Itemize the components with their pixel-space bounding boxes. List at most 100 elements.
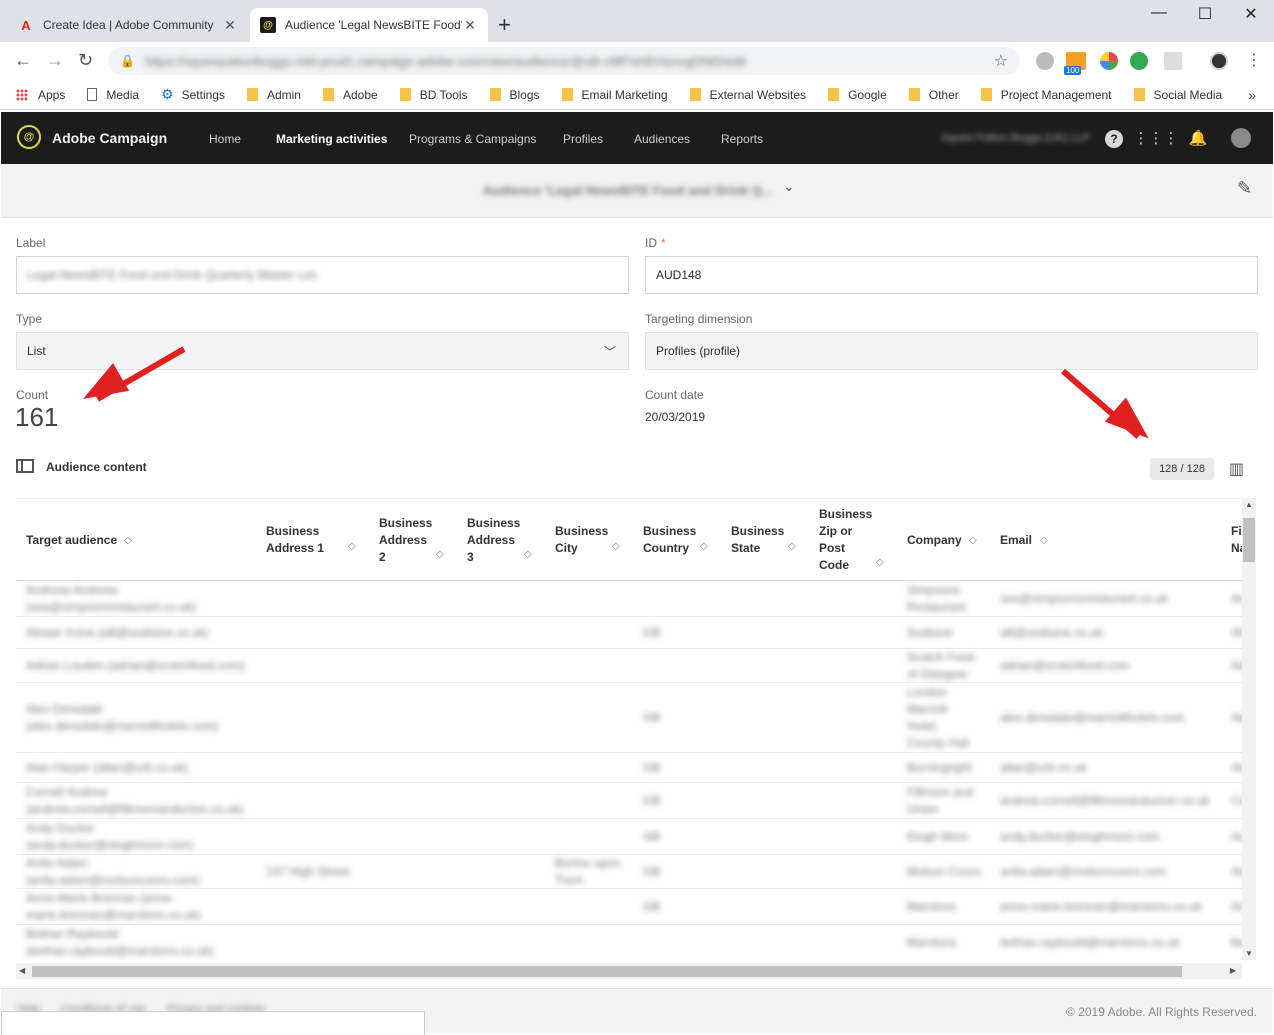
sort-icon[interactable]: ◇ [1040, 535, 1048, 546]
menu-dots-icon[interactable]: ⋮ [1246, 50, 1262, 70]
table-row[interactable]: Anita Adam (anita.adam@molsoncoors.com) … [16, 855, 1242, 889]
bookmark-email-marketing[interactable]: Email Marketing [561, 88, 668, 102]
column-email[interactable]: Email ◇ [1000, 499, 1220, 581]
chat-extension-icon[interactable] [1130, 52, 1148, 70]
scroll-thumb[interactable] [32, 966, 1182, 977]
folder-icon [246, 88, 258, 101]
back-arrow-icon[interactable]: ← [14, 50, 32, 71]
app-name[interactable]: Adobe Campaign [52, 130, 167, 146]
bookmark-external-websites[interactable]: External Websites [689, 88, 806, 102]
table-row[interactable]: Alex Dimsdale (alex.dimsdale@marriotthot… [16, 683, 1242, 753]
column-business-zip[interactable]: Business Zip or Post Code ◇ [819, 499, 899, 581]
column-business-address-2[interactable]: Business Address 2 ◇ [379, 499, 459, 581]
extension-icon[interactable] [1164, 52, 1182, 70]
column-company[interactable]: Company ◇ [907, 499, 997, 581]
user-avatar-icon[interactable] [1231, 128, 1251, 148]
folder-icon [489, 88, 501, 101]
scroll-right-icon[interactable]: ▶ [1230, 966, 1236, 975]
close-icon[interactable]: ✕ [222, 17, 238, 34]
apps-grid-icon[interactable]: ⋮⋮⋮ [1134, 128, 1179, 148]
bookmark-apps[interactable]: Apps [16, 88, 65, 102]
column-business-city[interactable]: Business City ◇ [555, 499, 635, 581]
table-row[interactable]: Andy Ducker (andy.ducker@eloghmore.com) … [16, 819, 1242, 855]
extension-icon[interactable] [1036, 52, 1054, 70]
bookmark-bd-tools[interactable]: BD Tools [399, 88, 468, 102]
forward-arrow-icon[interactable]: → [46, 50, 64, 71]
bookmark-adobe[interactable]: Adobe [322, 88, 378, 102]
browser-tab-audience[interactable]: @ Audience 'Legal NewsBITE Food' ✕ [250, 8, 488, 42]
table-row[interactable]: Alistair Irvine (alli@sodisine.co.uk) GB… [16, 617, 1242, 649]
chevron-down-icon[interactable]: ⌄ [783, 178, 795, 195]
sort-icon[interactable]: ◇ [348, 541, 356, 552]
column-business-state[interactable]: Business State ◇ [731, 499, 811, 581]
close-window-button[interactable]: ✕ [1228, 4, 1274, 24]
scroll-left-icon[interactable]: ◀ [19, 966, 25, 975]
table-vertical-scrollbar[interactable]: ▲ ▼ [1242, 498, 1256, 960]
chevron-right-icon[interactable]: » [1248, 87, 1256, 103]
sort-icon[interactable]: ◇ [612, 541, 620, 552]
sort-icon[interactable]: ◇ [700, 541, 708, 552]
sort-icon[interactable]: ◇ [124, 535, 132, 546]
table-row[interactable]: Bethan Raybould (bethan.raybould@marston… [16, 925, 1242, 960]
minimize-button[interactable]: — [1136, 4, 1182, 22]
scroll-down-icon[interactable]: ▼ [1245, 949, 1253, 958]
sort-icon[interactable]: ◇ [788, 541, 796, 552]
table-horizontal-scrollbar[interactable]: ◀ ▶ [16, 963, 1242, 979]
bell-icon[interactable]: 🔔 [1188, 128, 1208, 148]
star-icon[interactable]: ☆ [994, 51, 1008, 71]
bookmark-google[interactable]: Google [828, 88, 887, 102]
sort-icon[interactable]: ◇ [436, 549, 444, 560]
table-row[interactable]: Anne-Marie Brennan (anne-marie.brennan@m… [16, 889, 1242, 925]
type-select[interactable]: List ﹀ [16, 332, 629, 370]
table-row[interactable]: Adrian Louden (adrian@scotchfood.com) Sc… [16, 649, 1242, 683]
id-input[interactable]: AUD148 [645, 256, 1258, 294]
sort-icon[interactable]: ◇ [969, 535, 977, 546]
cell-country: GB [643, 625, 661, 639]
column-business-address-1[interactable]: Business Address 1 ◇ [266, 499, 366, 581]
column-business-address-3[interactable]: Business Address 3 ◇ [467, 499, 547, 581]
nav-reports[interactable]: Reports [721, 132, 763, 146]
scroll-thumb[interactable] [1243, 518, 1255, 562]
campaign-logo-icon[interactable]: @ [17, 125, 41, 149]
table-row[interactable]: Andreas Andreas (sea@simpsonrestaurant.c… [16, 581, 1242, 617]
pencil-icon[interactable]: ✎ [1237, 178, 1252, 199]
column-label: Business Address 3 [467, 515, 521, 564]
table-row[interactable]: Cornell Andrew (andrew.cornell@fillmorea… [16, 783, 1242, 819]
color-extension-icon[interactable] [1100, 52, 1118, 70]
profile-avatar[interactable] [1210, 52, 1228, 70]
maximize-button[interactable]: ☐ [1182, 4, 1228, 24]
bookmark-project-management[interactable]: Project Management [980, 88, 1112, 102]
help-icon[interactable]: ? [1105, 130, 1123, 148]
nav-marketing-activities[interactable]: Marketing activities [276, 132, 387, 146]
cell-company: Sodisine [907, 625, 954, 639]
sort-icon[interactable]: ◇ [876, 557, 884, 568]
browser-tab-create-idea[interactable]: A Create Idea | Adobe Community ✕ [8, 8, 248, 42]
column-settings-icon[interactable]: ▥ [1229, 459, 1244, 479]
table-row[interactable]: Alan Harper (allan@urb.co.uk) GB Burning… [16, 753, 1242, 783]
scroll-up-icon[interactable]: ▲ [1245, 500, 1253, 509]
cell-email: adrian@scotchfood.com [1000, 658, 1130, 672]
bookmark-other[interactable]: Other [908, 88, 959, 102]
bookmark-blogs[interactable]: Blogs [489, 88, 540, 102]
bookmark-media[interactable]: Media [87, 88, 139, 102]
bookmark-settings[interactable]: ⚙ Settings [161, 86, 225, 103]
address-bar[interactable]: 🔒 https://squirepattonboggs-mkt-prod1.ca… [108, 47, 1020, 75]
sort-icon[interactable]: ◇ [524, 549, 532, 560]
cell-email: alli@sodisine.co.uk [1000, 625, 1103, 639]
reload-icon[interactable]: ↻ [78, 50, 93, 71]
new-tab-button[interactable]: + [498, 12, 511, 38]
nav-programs-campaigns[interactable]: Programs & Campaigns [409, 132, 536, 146]
bookmark-social-media[interactable]: Social Media [1133, 88, 1222, 102]
column-target-audience[interactable]: Target audience ◇ [26, 499, 266, 581]
nav-audiences[interactable]: Audiences [634, 132, 690, 146]
bookmark-label: Apps [38, 87, 66, 102]
close-icon[interactable]: ✕ [462, 17, 478, 34]
account-name[interactable]: Squire Patton Boggs (UK) LLP [941, 132, 1090, 144]
nav-profiles[interactable]: Profiles [563, 132, 603, 146]
label-input[interactable]: Legal NewsBITE Food and Drink Quarterly … [16, 256, 629, 294]
column-first-name[interactable]: First Name [1231, 499, 1242, 581]
bookmark-admin[interactable]: Admin [246, 88, 301, 102]
url-text: https://squirepattonboggs-mkt-prod1.camp… [144, 53, 747, 69]
nav-home[interactable]: Home [209, 132, 241, 146]
column-business-country[interactable]: Business Country ◇ [643, 499, 723, 581]
